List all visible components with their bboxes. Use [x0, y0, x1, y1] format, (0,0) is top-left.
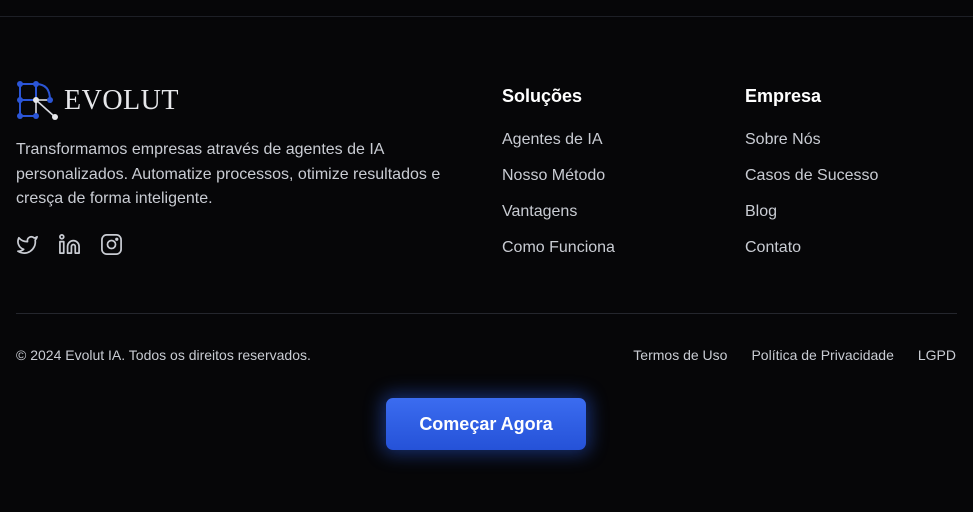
footer-link-vantagens[interactable]: Vantagens: [502, 202, 615, 238]
twitter-icon[interactable]: [16, 233, 39, 256]
copyright-text: © 2024 Evolut IA. Todos os direitos rese…: [16, 347, 311, 363]
brand-logo[interactable]: EVOLUT: [16, 80, 179, 122]
top-divider: [0, 16, 973, 17]
company-heading: Empresa: [745, 86, 822, 106]
start-now-button[interactable]: Começar Agora: [386, 398, 586, 450]
footer-link-como-funciona[interactable]: Como Funciona: [502, 238, 615, 274]
footer-link-sobre-nos[interactable]: Sobre Nós: [745, 130, 878, 166]
lgpd-link[interactable]: LGPD: [918, 347, 956, 363]
footer-link-casos-sucesso[interactable]: Casos de Sucesso: [745, 166, 878, 202]
brand-name: EVOLUT: [64, 85, 179, 116]
social-links: [16, 233, 123, 256]
legal-links: Termos de Uso Política de Privacidade LG…: [633, 347, 956, 363]
company-column: Empresa Sobre Nós Casos de Sucesso Blog …: [745, 84, 878, 274]
solutions-column: Soluções Agentes de IA Nosso Método Vant…: [502, 84, 615, 274]
evolut-logo-icon: [17, 81, 58, 120]
instagram-icon[interactable]: [100, 233, 123, 256]
footer-link-blog[interactable]: Blog: [745, 202, 878, 238]
privacy-link[interactable]: Política de Privacidade: [751, 347, 893, 363]
linkedin-icon[interactable]: [58, 233, 81, 256]
footer-divider: [16, 313, 957, 314]
footer-link-contato[interactable]: Contato: [745, 238, 878, 274]
footer-link-nosso-metodo[interactable]: Nosso Método: [502, 166, 615, 202]
footer-link-agentes-ia[interactable]: Agentes de IA: [502, 130, 615, 166]
terms-link[interactable]: Termos de Uso: [633, 347, 727, 363]
company-tagline: Transformamos empresas através de agente…: [16, 141, 441, 207]
solutions-heading: Soluções: [502, 86, 583, 106]
